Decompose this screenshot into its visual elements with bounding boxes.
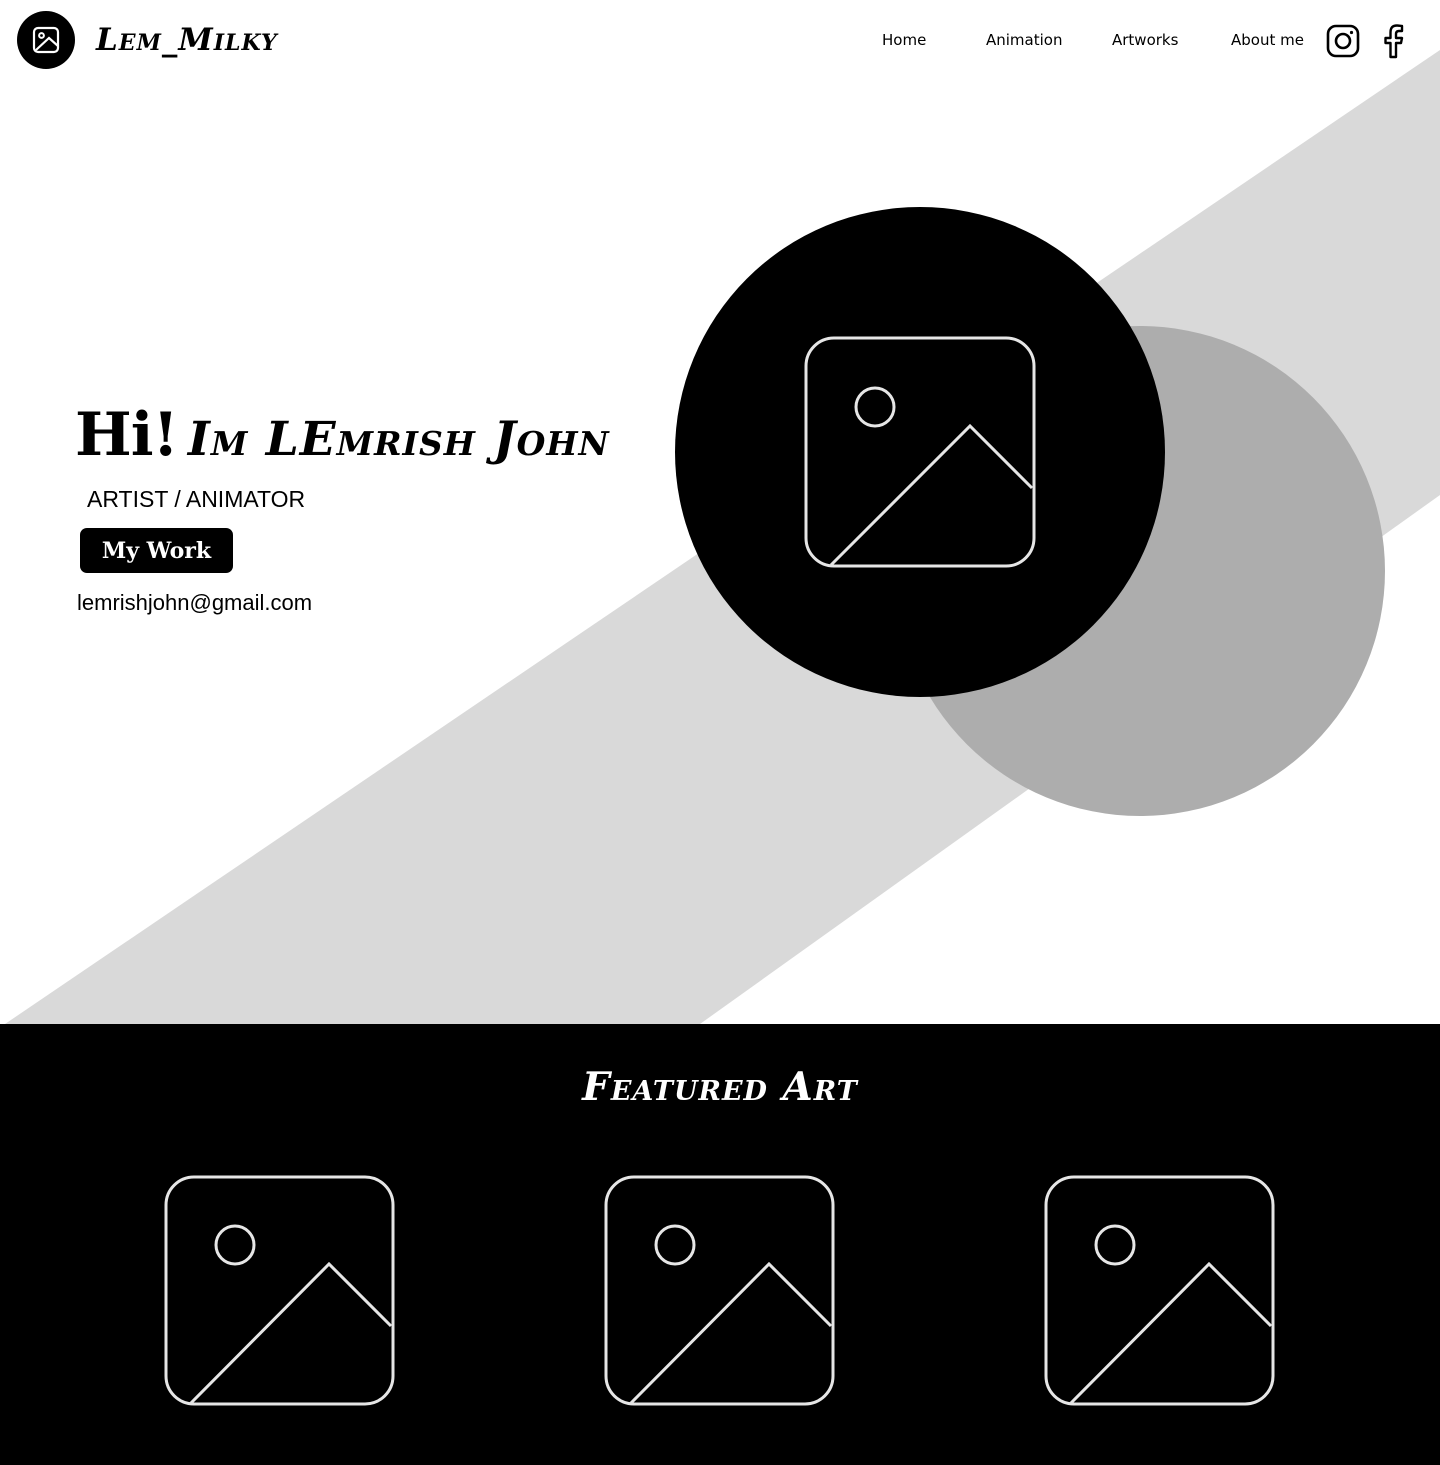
featured-art-section: Featured Art <box>0 1024 1440 1465</box>
nav-home[interactable]: Home <box>882 31 926 49</box>
hero-name: Im LEmrish John <box>187 412 610 467</box>
hero-greeting: Hi! <box>75 400 179 470</box>
site-header: Lem_Milky Home Animation Artworks About … <box>0 0 1440 82</box>
featured-art-item[interactable] <box>604 1175 835 1406</box>
hero-heading: Hi! Im LEmrish John <box>75 400 610 470</box>
image-placeholder-icon <box>164 1175 395 1406</box>
portrait-circle <box>675 207 1165 697</box>
nav-about-me[interactable]: About me <box>1231 31 1304 49</box>
nav-animation[interactable]: Animation <box>986 31 1062 49</box>
nav-artworks[interactable]: Artworks <box>1112 31 1178 49</box>
page: Hi! Im LEmrish John ARTIST / ANIMATOR My … <box>0 0 1440 1465</box>
featured-art-item[interactable] <box>1044 1175 1275 1406</box>
brand-name[interactable]: Lem_Milky <box>96 22 278 58</box>
hero-role: ARTIST / ANIMATOR <box>87 486 306 512</box>
featured-title: Featured Art <box>582 1064 858 1110</box>
facebook-icon[interactable] <box>1380 23 1406 59</box>
hero-section: Hi! Im LEmrish John ARTIST / ANIMATOR My … <box>0 0 1440 1024</box>
image-placeholder-icon <box>1044 1175 1275 1406</box>
image-placeholder-icon <box>804 336 1036 568</box>
featured-art-item[interactable] <box>164 1175 395 1406</box>
instagram-icon[interactable] <box>1326 24 1360 58</box>
hero-email[interactable]: lemrishjohn@gmail.com <box>77 590 312 616</box>
image-placeholder-icon <box>32 26 60 54</box>
image-placeholder-icon <box>604 1175 835 1406</box>
my-work-button[interactable]: My Work <box>80 528 233 573</box>
logo-badge[interactable] <box>17 11 75 69</box>
